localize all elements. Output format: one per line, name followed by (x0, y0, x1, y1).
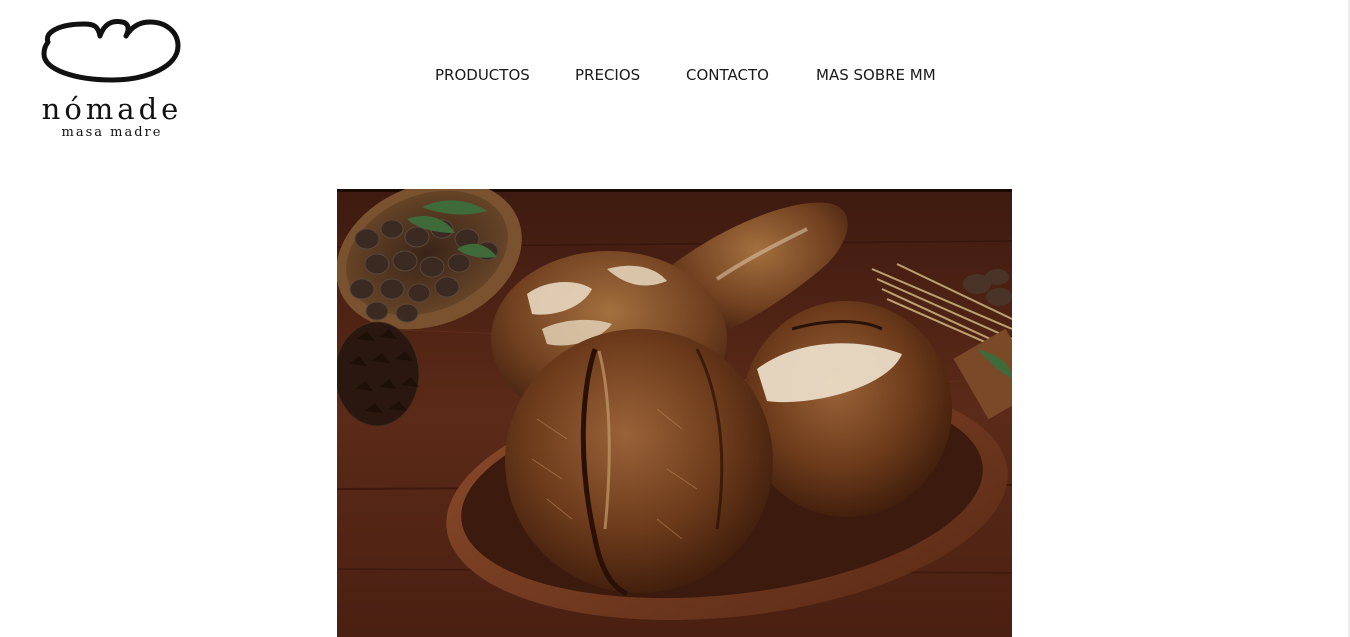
page: nómade masa madre PRODUCTOS PRECIOS CONT… (0, 0, 1350, 637)
hero-image (337, 189, 1012, 637)
brand-name: nómade (41, 92, 183, 126)
hero-illustration (337, 189, 1012, 637)
nav-item-contacto[interactable]: CONTACTO (686, 66, 769, 84)
nav-item-productos[interactable]: PRODUCTOS (435, 66, 530, 84)
main-nav: PRODUCTOS PRECIOS CONTACTO MAS SOBRE MM (0, 66, 1350, 86)
brand-tagline: masa madre (61, 125, 163, 140)
nav-item-mas-sobre-mm[interactable]: MAS SOBRE MM (816, 66, 936, 84)
nav-item-precios[interactable]: PRECIOS (575, 66, 640, 84)
